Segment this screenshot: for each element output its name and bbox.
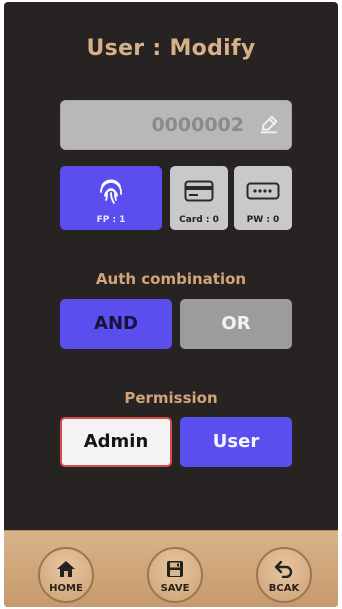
permission-label: Permission — [124, 389, 218, 407]
password-count: PW : 0 — [246, 215, 280, 225]
save-button[interactable]: SAVE — [147, 547, 203, 603]
bottom-nav-bar: HOME SAVE BCAK — [4, 530, 338, 607]
password-icon — [246, 182, 280, 200]
back-arrow-icon — [274, 560, 293, 578]
home-label: HOME — [49, 583, 83, 594]
device-screen: User : Modify 0000002 FP : 1 Card : 0 PW… — [4, 2, 338, 607]
or-button[interactable]: OR — [180, 299, 292, 349]
save-label: SAVE — [160, 583, 190, 594]
user-id-value: 0000002 — [151, 114, 244, 136]
save-icon — [167, 561, 183, 577]
fingerprint-button[interactable]: FP : 1 — [60, 166, 162, 230]
card-icon — [184, 180, 214, 202]
home-button[interactable]: HOME — [38, 547, 94, 603]
back-button[interactable]: BCAK — [256, 547, 312, 603]
page-title: User : Modify — [86, 36, 256, 61]
password-button[interactable]: PW : 0 — [234, 166, 292, 230]
card-button[interactable]: Card : 0 — [170, 166, 228, 230]
fingerprint-icon — [100, 179, 122, 204]
edit-icon[interactable] — [258, 114, 280, 136]
fingerprint-count: FP : 1 — [96, 215, 126, 225]
auth-combination-label: Auth combination — [95, 270, 247, 288]
back-label: BCAK — [268, 583, 300, 594]
user-id-field[interactable]: 0000002 — [60, 100, 292, 150]
home-icon — [57, 561, 75, 577]
user-button[interactable]: User — [180, 417, 292, 467]
card-count: Card : 0 — [179, 215, 219, 225]
and-button[interactable]: AND — [60, 299, 172, 349]
admin-button[interactable]: Admin — [60, 417, 172, 467]
